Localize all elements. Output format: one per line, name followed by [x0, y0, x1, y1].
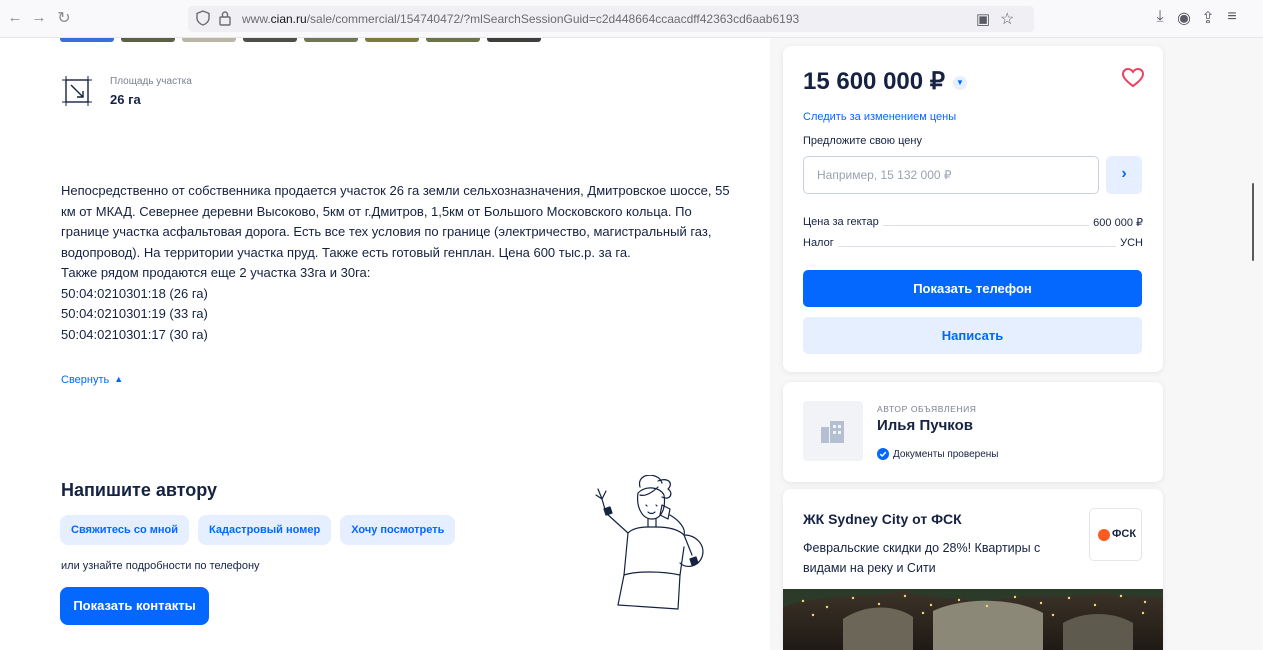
price-card: 15 600 000 ₽ ▼ Следить за изменением цен…: [783, 46, 1163, 372]
price-per-hectare-row: Цена за гектар 600 000 ₽: [803, 216, 1143, 232]
gallery-thumbnails[interactable]: [60, 38, 541, 42]
chevron-up-icon: ▲: [114, 374, 124, 384]
favorite-heart-icon[interactable]: [1122, 68, 1144, 88]
description-paragraph: Непосредственно от собственника продаетс…: [61, 183, 730, 260]
author-name[interactable]: Илья Пучков: [877, 417, 973, 434]
url-text: www.cian.ru/sale/commercial/154740472/?m…: [242, 12, 800, 26]
tax-row: Налог УСН: [803, 237, 1143, 253]
fsk-logo: ФСК: [1089, 508, 1142, 561]
listing-main: Площадь участка 26 га Непосредственно от…: [0, 38, 770, 650]
thumbnail[interactable]: [487, 38, 541, 42]
thumbnail[interactable]: [60, 38, 114, 42]
cadastral-number: 50:04:0210301:17 (30 га): [61, 326, 208, 342]
menu-icon[interactable]: ≡: [1222, 8, 1242, 26]
offer-price-input[interactable]: [803, 156, 1099, 194]
forward-arrow-icon[interactable]: →: [30, 9, 48, 26]
thumbnail[interactable]: [365, 38, 419, 42]
chip-cadastral-number[interactable]: Кадастровый номер: [198, 515, 332, 545]
row-value: 600 000 ₽: [1089, 216, 1143, 229]
offer-price-label: Предложите свою цену: [803, 135, 922, 147]
collapse-link[interactable]: Свернуть ▲: [61, 374, 123, 386]
show-phone-button[interactable]: Показать телефон: [803, 270, 1142, 307]
price-history-chevron-icon[interactable]: ▼: [953, 76, 967, 90]
logo-mark-icon: [1098, 529, 1110, 541]
description: Непосредственно от собственника продаетс…: [61, 181, 741, 345]
bookmark-star-icon[interactable]: ☆: [1000, 9, 1014, 29]
ad-text: Февральские скидки до 28%! Квартиры с ви…: [803, 541, 1041, 575]
cadastral-number: 50:04:0210301:18 (26 га): [61, 285, 208, 301]
address-bar[interactable]: www.cian.ru/sale/commercial/154740472/?m…: [188, 6, 1034, 32]
download-icon[interactable]: ⤓: [1150, 8, 1170, 26]
thumbnail[interactable]: [426, 38, 480, 42]
shield-icon: [196, 10, 210, 26]
row-label: Цена за гектар: [803, 216, 883, 228]
price: 15 600 000 ₽: [803, 68, 946, 95]
description-line: Также рядом продаются еще 2 участка 33га…: [61, 265, 371, 280]
row-value: УСН: [1116, 237, 1143, 249]
verified-check-icon: [877, 448, 889, 460]
author-tag: Автор объявления: [877, 404, 977, 414]
account-icon[interactable]: ◉: [1174, 8, 1194, 28]
submit-offer-button[interactable]: ›: [1106, 156, 1142, 194]
ad-photo: [783, 589, 1163, 650]
area-icon: [62, 76, 92, 106]
phone-hint: или узнайте подробности по телефону: [61, 560, 260, 572]
reader-view-icon[interactable]: ▣: [976, 10, 990, 28]
thumbnail[interactable]: [121, 38, 175, 42]
share-icon[interactable]: ⇪: [1198, 8, 1218, 28]
show-contacts-button[interactable]: Показать контакты: [60, 587, 209, 625]
chip-contact-me[interactable]: Свяжитесь со мной: [60, 515, 189, 545]
browser-toolbar: ← → ↻ www.cian.ru/sale/commercial/154740…: [0, 0, 1263, 38]
chevron-right-icon: ›: [1121, 165, 1127, 182]
scrollbar[interactable]: [1252, 183, 1254, 261]
back-arrow-icon[interactable]: ←: [6, 9, 24, 26]
building-icon: [821, 421, 844, 443]
area-label: Площадь участка: [110, 76, 192, 87]
lock-icon: [219, 11, 231, 26]
row-label: Налог: [803, 237, 838, 249]
write-message-button[interactable]: Написать: [803, 317, 1142, 354]
reload-icon[interactable]: ↻: [55, 8, 73, 28]
follow-price-link[interactable]: Следить за изменением цены: [803, 111, 956, 123]
quick-message-chips: Свяжитесь со мной Кадастровый номер Хочу…: [60, 515, 456, 545]
area-value: 26 га: [110, 92, 141, 107]
thumbnail[interactable]: [182, 38, 236, 42]
ad-card[interactable]: ЖК Sydney City от ФСК Февральские скидки…: [783, 489, 1163, 650]
write-author-title: Напишите автору: [61, 480, 218, 500]
thumbnail[interactable]: [243, 38, 297, 42]
thumbnail[interactable]: [304, 38, 358, 42]
ad-title[interactable]: ЖК Sydney City от ФСК: [803, 511, 962, 527]
author-avatar: [803, 401, 863, 461]
cadastral-number: 50:04:0210301:19 (33 га): [61, 306, 208, 321]
author-card[interactable]: Автор объявления Илья Пучков Документы п…: [783, 382, 1163, 482]
woman-on-phone-illustration: [595, 475, 704, 610]
chip-want-to-see[interactable]: Хочу посмотреть: [340, 515, 456, 545]
